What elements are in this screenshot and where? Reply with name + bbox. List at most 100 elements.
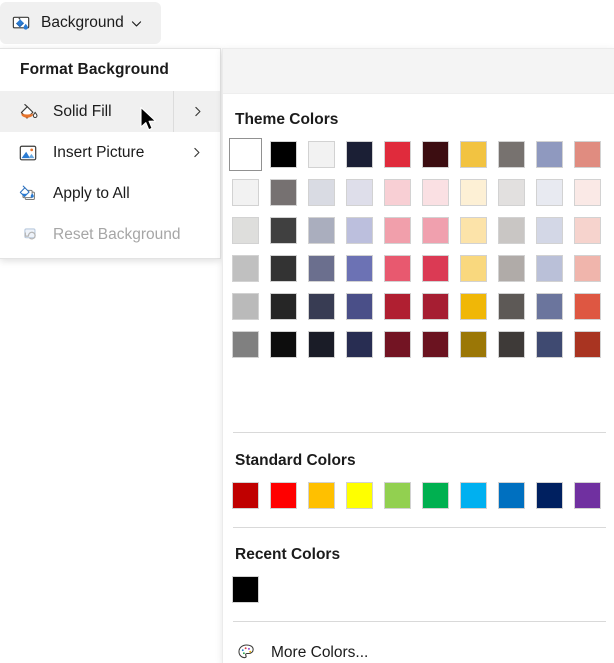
more-colors-label: More Colors... [271, 643, 369, 661]
swatch-row [232, 179, 612, 206]
color-swatch[interactable] [536, 255, 563, 282]
chevron-right-icon[interactable] [173, 132, 220, 173]
menu-item-label: Insert Picture [53, 143, 145, 161]
color-swatch[interactable] [308, 482, 335, 509]
color-swatch[interactable] [460, 141, 487, 168]
menu-item-label: Solid Fill [53, 102, 112, 120]
color-swatch[interactable] [536, 482, 563, 509]
panel-top-band [223, 49, 614, 94]
color-swatch[interactable] [498, 255, 525, 282]
color-swatch[interactable] [422, 482, 449, 509]
color-swatch[interactable] [346, 482, 373, 509]
color-swatch[interactable] [270, 293, 297, 320]
swatch-row [232, 255, 612, 282]
color-swatch[interactable] [232, 217, 259, 244]
color-swatch[interactable] [574, 331, 601, 358]
color-swatch[interactable] [384, 217, 411, 244]
color-swatch[interactable] [270, 141, 297, 168]
color-swatch[interactable] [460, 293, 487, 320]
color-swatch[interactable] [536, 331, 563, 358]
color-swatch[interactable] [498, 293, 525, 320]
color-swatch[interactable] [422, 331, 449, 358]
color-swatch[interactable] [574, 141, 601, 168]
color-swatch[interactable] [346, 179, 373, 206]
color-swatch[interactable] [460, 179, 487, 206]
color-swatch[interactable] [308, 255, 335, 282]
color-swatch[interactable] [384, 482, 411, 509]
color-swatch[interactable] [270, 179, 297, 206]
color-swatch[interactable] [384, 331, 411, 358]
color-swatch[interactable] [232, 482, 259, 509]
background-ribbon-button[interactable]: Background [0, 2, 161, 44]
color-swatch[interactable] [498, 179, 525, 206]
color-picker-panel: Theme Colors Standard Colors Recent Colo… [222, 48, 614, 663]
color-swatch[interactable] [232, 293, 259, 320]
color-swatch[interactable] [232, 331, 259, 358]
color-swatch[interactable] [384, 141, 411, 168]
color-swatch[interactable] [460, 255, 487, 282]
menu-item-solid-fill[interactable]: Solid Fill [0, 91, 220, 132]
format-background-menu: Format Background Solid Fill Insert Pict… [0, 48, 221, 259]
color-swatch[interactable] [308, 293, 335, 320]
recent-colors-title: Recent Colors [235, 546, 341, 563]
color-swatch[interactable] [574, 217, 601, 244]
palette-icon [235, 642, 257, 663]
color-swatch[interactable] [574, 255, 601, 282]
standard-colors-grid [232, 482, 612, 509]
color-swatch[interactable] [460, 217, 487, 244]
color-swatch[interactable] [346, 255, 373, 282]
recent-colors-grid [232, 576, 270, 603]
menu-header-title: Format Background [20, 61, 169, 78]
color-swatch[interactable] [574, 293, 601, 320]
menu-item-insert-picture[interactable]: Insert Picture [0, 132, 220, 173]
color-swatch[interactable] [346, 331, 373, 358]
color-swatch[interactable] [536, 179, 563, 206]
color-swatch[interactable] [498, 331, 525, 358]
color-swatch[interactable] [232, 576, 259, 603]
theme-colors-grid [229, 138, 612, 369]
color-swatch[interactable] [270, 331, 297, 358]
color-swatch[interactable] [232, 255, 259, 282]
color-swatch[interactable] [270, 482, 297, 509]
color-swatch[interactable] [536, 293, 563, 320]
color-swatch[interactable] [422, 217, 449, 244]
color-swatch[interactable] [536, 141, 563, 168]
color-swatch[interactable] [422, 141, 449, 168]
color-swatch[interactable] [232, 179, 259, 206]
color-swatch[interactable] [422, 255, 449, 282]
color-swatch[interactable] [270, 217, 297, 244]
color-swatch[interactable] [308, 331, 335, 358]
chevron-right-icon[interactable] [173, 91, 220, 132]
color-swatch[interactable] [422, 179, 449, 206]
color-swatch[interactable] [384, 255, 411, 282]
color-swatch[interactable] [346, 217, 373, 244]
color-swatch[interactable] [346, 293, 373, 320]
color-swatch[interactable] [346, 141, 373, 168]
color-swatch[interactable] [308, 179, 335, 206]
background-fill-icon [9, 11, 33, 35]
menu-item-label: Reset Background [53, 225, 181, 243]
color-swatch[interactable] [384, 179, 411, 206]
color-swatch[interactable] [460, 331, 487, 358]
color-swatch[interactable] [229, 138, 262, 171]
color-swatch[interactable] [498, 141, 525, 168]
menu-item-apply-to-all[interactable]: Apply to All [0, 173, 220, 214]
menu-item-label: Apply to All [53, 184, 130, 202]
divider-1 [233, 432, 606, 433]
color-swatch[interactable] [422, 293, 449, 320]
mouse-pointer-icon [140, 106, 157, 131]
color-swatch[interactable] [574, 179, 601, 206]
color-swatch[interactable] [308, 217, 335, 244]
color-swatch[interactable] [308, 141, 335, 168]
divider-3 [233, 621, 606, 622]
more-colors-item[interactable]: More Colors... [223, 632, 614, 663]
picture-icon [16, 141, 40, 165]
color-swatch[interactable] [536, 217, 563, 244]
color-swatch[interactable] [460, 482, 487, 509]
color-swatch[interactable] [574, 482, 601, 509]
color-swatch[interactable] [498, 482, 525, 509]
color-swatch[interactable] [384, 293, 411, 320]
color-swatch[interactable] [270, 255, 297, 282]
paint-bucket-icon [16, 100, 40, 124]
color-swatch[interactable] [498, 217, 525, 244]
